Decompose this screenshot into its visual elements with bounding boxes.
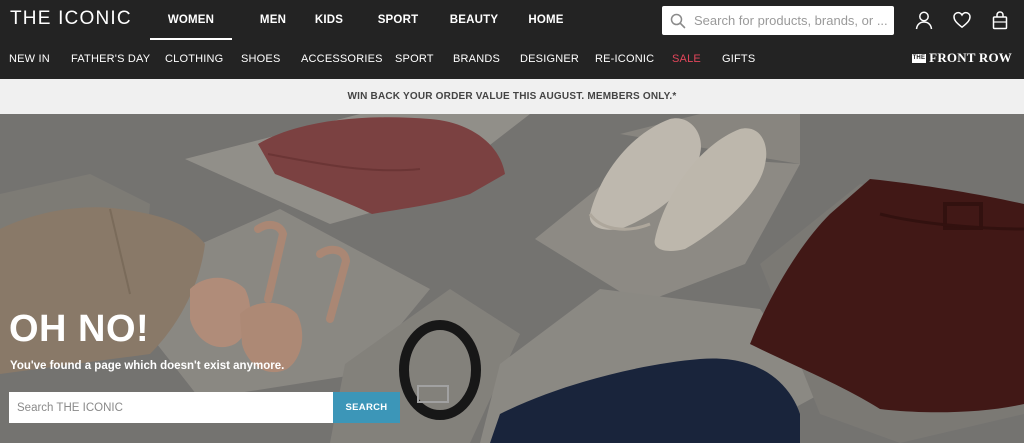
subnav-new-in[interactable]: NEW IN xyxy=(9,53,50,65)
subnav-accessories[interactable]: ACCESSORIES xyxy=(301,53,383,65)
subnav-sport[interactable]: SPORT xyxy=(395,53,434,65)
subnav-brands[interactable]: BRANDS xyxy=(453,53,500,65)
front-row-label: FRONT ROW xyxy=(929,50,1012,65)
nav-beauty-label: BEAUTY xyxy=(449,14,499,26)
error-message: You've found a page which doesn't exist … xyxy=(10,360,285,372)
nav-women-label: WOMEN xyxy=(167,14,215,26)
nav-home[interactable]: HOME xyxy=(522,0,570,40)
search-icon[interactable] xyxy=(662,6,694,35)
nav-women[interactable]: WOMEN xyxy=(150,0,232,40)
subnav-shoes[interactable]: SHOES xyxy=(241,53,281,65)
bag-icon[interactable] xyxy=(988,8,1012,32)
subnav-clothing[interactable]: CLOTHING xyxy=(165,53,223,65)
nav-kids[interactable]: KIDS xyxy=(309,0,349,40)
header-search[interactable] xyxy=(662,6,894,35)
hero-search-form: SEARCH xyxy=(9,392,400,423)
heart-icon[interactable] xyxy=(950,8,974,32)
front-row-link[interactable]: THE FRONT ROW xyxy=(911,50,1012,66)
header-search-input[interactable] xyxy=(694,13,890,28)
subnav-re-iconic[interactable]: RE-ICONIC xyxy=(595,53,654,65)
hero-404: OH NO! You've found a page which doesn't… xyxy=(0,114,1024,443)
nav-sport-label: SPORT xyxy=(377,14,419,26)
subnav-gifts[interactable]: GIFTS xyxy=(722,53,755,65)
error-heading: OH NO! xyxy=(9,308,150,350)
nav-home-label: HOME xyxy=(528,14,564,26)
subnav-fathers-day[interactable]: FATHER'S DAY xyxy=(71,53,150,65)
hero-search-input[interactable] xyxy=(9,392,333,423)
main-nav: WOMEN MEN KIDS SPORT BEAUTY HOME xyxy=(150,0,570,40)
promo-banner[interactable]: WIN BACK YOUR ORDER VALUE THIS AUGUST. M… xyxy=(0,79,1024,114)
hero-search-button[interactable]: SEARCH xyxy=(333,392,400,423)
nav-beauty[interactable]: BEAUTY xyxy=(444,0,504,40)
nav-men-label: MEN xyxy=(259,14,287,26)
nav-kids-label: KIDS xyxy=(314,14,344,26)
top-header: THE ICONIC WOMEN MEN KIDS SPORT BEAUTY H… xyxy=(0,0,1024,79)
subnav-designer[interactable]: DESIGNER xyxy=(520,53,579,65)
site-logo[interactable]: THE ICONIC xyxy=(10,8,132,30)
account-icon[interactable] xyxy=(912,8,936,32)
promo-text: WIN BACK YOUR ORDER VALUE THIS AUGUST. M… xyxy=(347,91,677,102)
nav-men[interactable]: MEN xyxy=(240,0,306,40)
nav-sport[interactable]: SPORT xyxy=(373,0,423,40)
header-icons xyxy=(912,8,1012,32)
subnav-sale[interactable]: SALE xyxy=(672,53,701,65)
front-row-mark: THE xyxy=(911,53,927,63)
